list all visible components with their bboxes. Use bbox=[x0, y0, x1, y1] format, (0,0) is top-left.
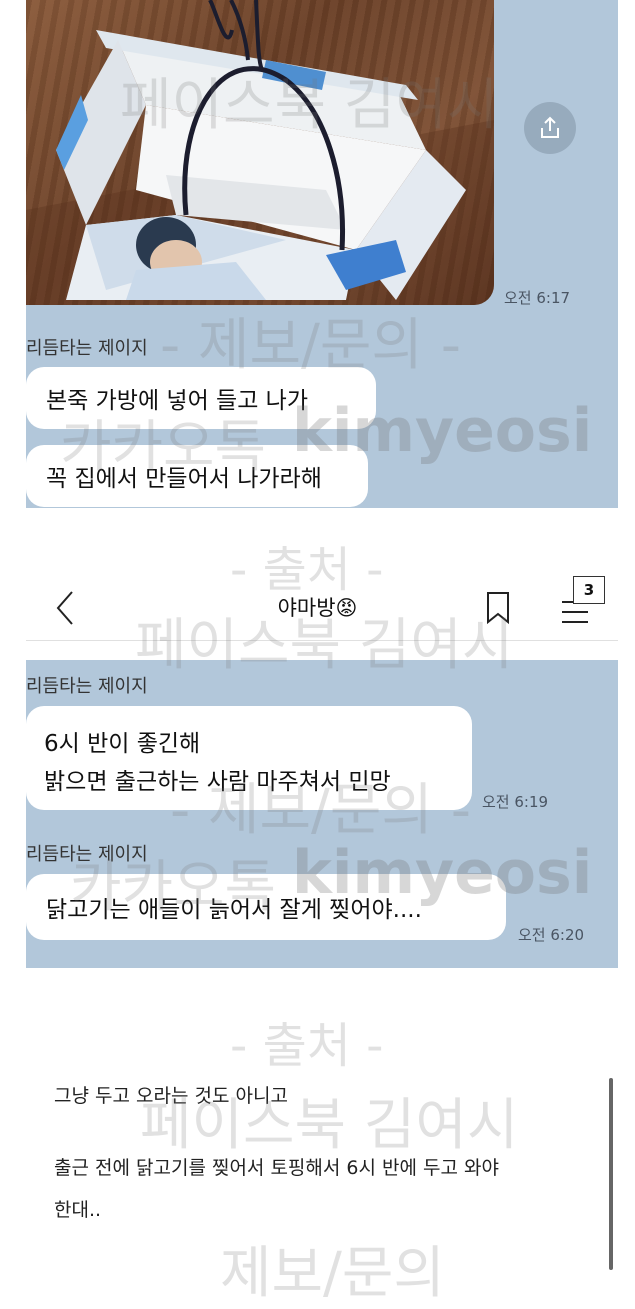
watermark: - 출처 - bbox=[230, 1018, 384, 1074]
chat-bubble[interactable]: 6시 반이 좋긴해 밝으면 출근하는 사람 마주쳐서 민망 bbox=[26, 706, 472, 810]
scrollbar[interactable] bbox=[609, 1078, 613, 1270]
notification-badge: 3 bbox=[573, 576, 605, 604]
shared-photo[interactable] bbox=[26, 0, 494, 305]
bottom-chat-panel: 리듬타는 제이지 6시 반이 좋긴해 밝으면 출근하는 사람 마주쳐서 민망 오… bbox=[26, 660, 618, 968]
message-time: 오전 6:19 bbox=[482, 793, 549, 811]
top-chat-panel: 오전 6:17 리듬타는 제이지 본죽 가방에 넣어 들고 나가 꼭 집에서 만… bbox=[26, 0, 618, 508]
bookmark-button[interactable] bbox=[484, 590, 512, 626]
watermark: 제보/문의 bbox=[220, 1241, 445, 1306]
chat-room-title: 야마방😡 bbox=[0, 592, 635, 622]
chat-bubble[interactable]: 꼭 집에서 만들어서 나가라해 bbox=[26, 445, 368, 507]
chat-bubble-text: 본죽 가방에 넣어 들고 나가 bbox=[46, 388, 309, 414]
sender-name: 리듬타는 제이지 bbox=[26, 338, 148, 359]
angry-emoji-icon: 😡 bbox=[335, 596, 358, 620]
chat-bubble[interactable]: 본죽 가방에 넣어 들고 나가 bbox=[26, 367, 376, 429]
chat-bubble-text: 밝으면 출근하는 사람 마주쳐서 민망 bbox=[44, 769, 391, 795]
share-button[interactable] bbox=[524, 102, 576, 154]
post-text-line: 한대.. bbox=[54, 1199, 102, 1221]
paper-bag-illustration bbox=[26, 0, 494, 305]
message-time: 오전 6:17 bbox=[504, 289, 571, 307]
share-icon bbox=[541, 116, 559, 138]
chat-bubble-text: 6시 반이 좋긴해 bbox=[44, 731, 201, 757]
header-divider bbox=[26, 640, 618, 641]
bookmark-icon bbox=[487, 592, 509, 625]
message-time: 오전 6:20 bbox=[518, 926, 585, 944]
chat-room-name: 야마방 bbox=[277, 596, 336, 620]
chat-bubble-text: 꼭 집에서 만들어서 나가라해 bbox=[46, 466, 322, 492]
post-text-line: 출근 전에 닭고기를 찢어서 토핑해서 6시 반에 두고 와야 bbox=[54, 1157, 499, 1179]
sender-name: 리듬타는 제이지 bbox=[26, 844, 148, 865]
sender-name: 리듬타는 제이지 bbox=[26, 676, 148, 697]
post-text-line: 그냥 두고 오라는 것도 아니고 bbox=[54, 1085, 288, 1107]
chat-bubble[interactable]: 닭고기는 애들이 늙어서 잘게 찢어야.... bbox=[26, 874, 506, 940]
chat-bubble-text: 닭고기는 애들이 늙어서 잘게 찢어야.... bbox=[46, 897, 422, 923]
